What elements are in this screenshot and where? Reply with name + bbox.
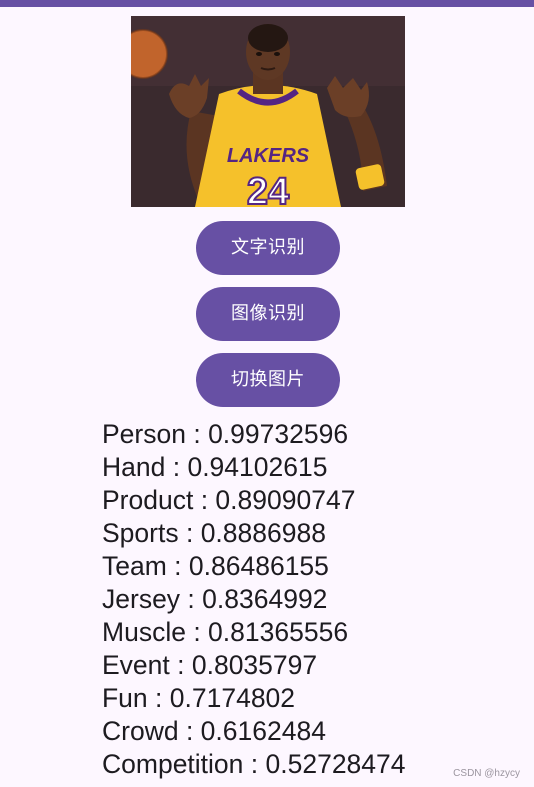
result-score: 0.99732596 [208, 419, 349, 449]
result-item: Event : 0.8035797 [102, 650, 318, 680]
result-label: Fun [102, 683, 148, 713]
watermark-text: CSDN @hzycy [453, 768, 520, 779]
result-item: Team : 0.86486155 [102, 551, 329, 581]
result-score: 0.81365556 [208, 617, 349, 647]
result-score: 0.8035797 [191, 650, 318, 680]
result-label: Crowd [102, 716, 179, 746]
jersey-number: 24 [247, 171, 289, 207]
image-recognition-button[interactable]: 图像识别 [196, 287, 340, 341]
result-label: Team [102, 551, 167, 581]
result-score: 0.86486155 [188, 551, 329, 581]
result-label: Competition [102, 749, 244, 779]
result-item: Person : 0.99732596 [102, 419, 349, 449]
jersey-text: LAKERS [227, 145, 310, 167]
result-item: Fun : 0.7174802 [102, 683, 296, 713]
result-label: Person [102, 419, 186, 449]
result-score: 0.7174802 [169, 683, 296, 713]
result-item: Muscle : 0.81365556 [102, 617, 349, 647]
result-score: 0.8364992 [202, 584, 328, 614]
result-item: Jersey : 0.8364992 [102, 584, 328, 614]
result-label: Sports [102, 518, 179, 548]
top-status-bar [0, 0, 534, 7]
result-score: 0.6162484 [200, 716, 326, 746]
result-item: Product : 0.89090747 [102, 485, 356, 515]
result-item: Crowd : 0.6162484 [102, 716, 326, 746]
result-label: Event [102, 650, 170, 680]
recognized-photo: LAKERS 24 [131, 16, 405, 207]
result-label: Hand [102, 452, 166, 482]
result-item: Sports : 0.8886988 [102, 518, 326, 548]
result-item: Hand : 0.94102615 [102, 452, 328, 482]
text-recognition-button[interactable]: 文字识别 [196, 221, 340, 275]
result-label: Muscle [102, 617, 186, 647]
result-score: 0.52728474 [265, 749, 406, 779]
result-score: 0.89090747 [215, 485, 356, 515]
result-score: 0.94102615 [187, 452, 328, 482]
recognition-results-list: Person : 0.99732596 Hand : 0.94102615 Prod… [102, 418, 522, 781]
result-label: Product [102, 485, 194, 515]
switch-image-button[interactable]: 切换图片 [196, 353, 340, 407]
result-label: Jersey [102, 584, 181, 614]
basketball-player-illustration: LAKERS 24 [131, 16, 405, 207]
result-score: 0.8886988 [200, 518, 326, 548]
